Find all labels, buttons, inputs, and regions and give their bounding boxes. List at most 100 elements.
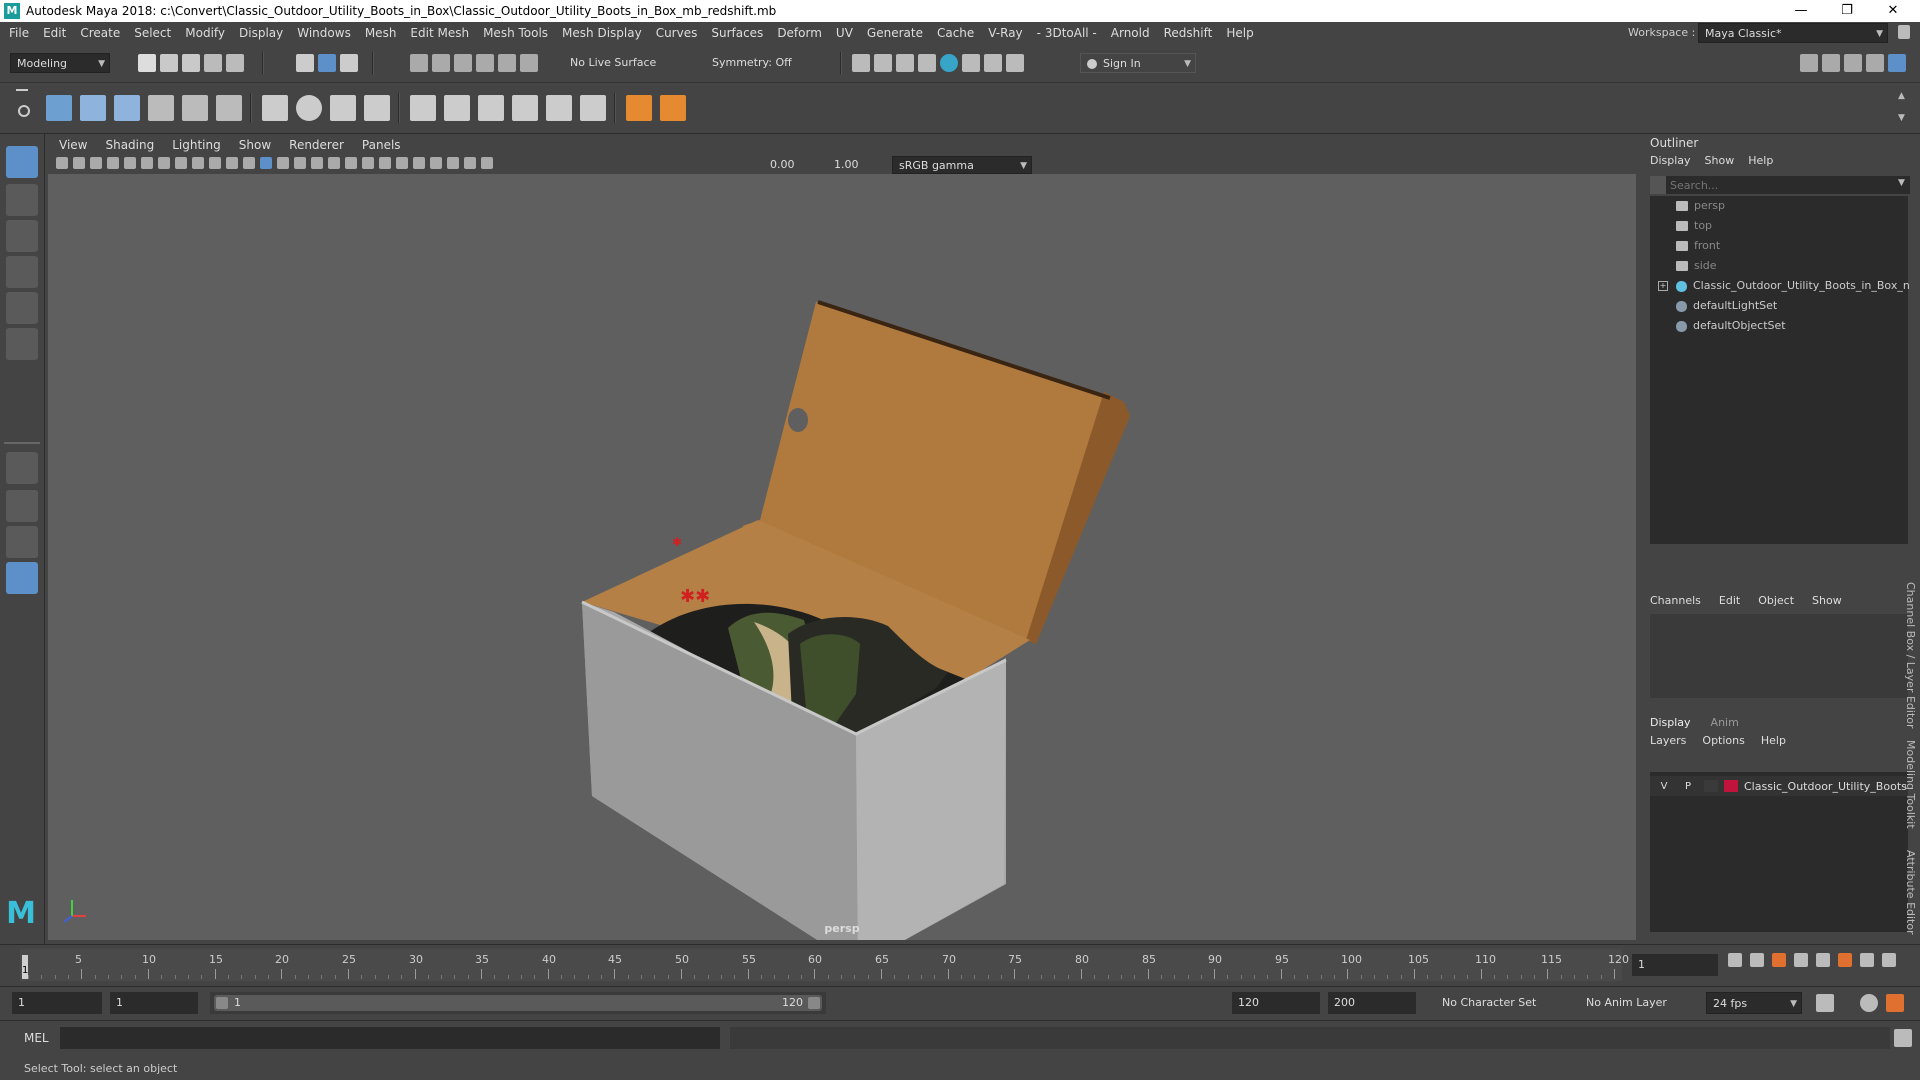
menu-redshift[interactable]: Redshift (1157, 22, 1220, 44)
start-time-field[interactable]: 1 (12, 992, 102, 1014)
range-bar[interactable]: 1 120 (210, 992, 826, 1014)
exposure-value[interactable]: 0.00 (770, 156, 795, 174)
menu-create[interactable]: Create (73, 22, 127, 44)
step-forward-frame-icon[interactable] (1838, 953, 1852, 967)
layer-menu-layers[interactable]: Layers (1650, 734, 1686, 747)
two-view-layout-icon[interactable] (6, 526, 38, 558)
time-slider[interactable]: 1 5 10 15 20 25 30 35 40 45 50 55 60 65 70 75 80 85 90 95 1… (0, 944, 1920, 985)
step-back-frame-icon[interactable] (1772, 953, 1786, 967)
menu-cache[interactable]: Cache (930, 22, 981, 44)
color-management-icon[interactable] (481, 157, 493, 169)
end-time-field[interactable]: 200 (1328, 992, 1416, 1014)
render-frame-icon[interactable] (852, 54, 870, 72)
menu-mesh-display[interactable]: Mesh Display (555, 22, 649, 44)
expand-icon[interactable]: + (1658, 281, 1668, 291)
outliner-item-front[interactable]: front (1676, 236, 1720, 256)
character-icon[interactable] (182, 95, 208, 121)
viewport-menu-panels[interactable]: Panels (353, 134, 410, 156)
channel-box-icon[interactable] (1888, 54, 1906, 72)
menu-select[interactable]: Select (127, 22, 178, 44)
menu-edit[interactable]: Edit (36, 22, 73, 44)
menu-arnold[interactable]: Arnold (1104, 22, 1157, 44)
mel-input[interactable] (60, 1027, 720, 1049)
snap-view-icon[interactable] (476, 54, 494, 72)
layer-menu-options[interactable]: Options (1702, 734, 1744, 747)
extrude-icon[interactable] (410, 95, 436, 121)
menu-v-ray[interactable]: V-Ray (981, 22, 1029, 44)
film-gate-icon[interactable] (124, 157, 136, 169)
snap-grid-icon[interactable] (410, 54, 428, 72)
select-tool-icon[interactable] (6, 146, 38, 178)
gamma-value[interactable]: 1.00 (834, 156, 859, 174)
tool-settings-icon[interactable] (1866, 54, 1884, 72)
outliner-item-top[interactable]: top (1676, 216, 1712, 236)
viewport-menu-lighting[interactable]: Lighting (163, 134, 230, 156)
xray-components-icon[interactable] (430, 157, 442, 169)
paint-select-tool-icon[interactable] (6, 220, 38, 252)
outliner-item-defaultobjectset[interactable]: defaultObjectSet (1676, 316, 1786, 336)
rotate-tool-icon[interactable] (6, 292, 38, 324)
live-surface-field[interactable]: No Live Surface (564, 53, 664, 73)
render-view-icon[interactable] (874, 54, 892, 72)
menu-file[interactable]: File (2, 22, 36, 44)
smooth-shade-icon[interactable] (243, 157, 255, 169)
move-tool-icon[interactable] (6, 256, 38, 288)
layer-list[interactable]: V P Classic_Outdoor_Utility_Boots (1650, 772, 1908, 932)
workspace-dropdown[interactable]: Maya Classic* ▼ (1698, 23, 1888, 43)
symmetry-dropdown[interactable]: Symmetry: Off (706, 53, 806, 73)
search-input[interactable] (1670, 176, 1890, 194)
shelf-scroll-up-icon[interactable]: ▲ (1898, 91, 1905, 101)
camera-attributes-icon[interactable] (56, 157, 68, 169)
xray-icon[interactable] (396, 157, 408, 169)
modeling-toolkit-side-tab[interactable]: Modeling Toolkit (1904, 740, 1917, 829)
channel-menu-object[interactable]: Object (1758, 594, 1794, 607)
loop-icon[interactable] (1816, 994, 1834, 1012)
outliner-item-defaultlightset[interactable]: defaultLightSet (1676, 296, 1777, 316)
shelf-menu-icon[interactable] (16, 89, 28, 91)
menu-mesh[interactable]: Mesh (358, 22, 404, 44)
channel-menu-show[interactable]: Show (1812, 594, 1842, 607)
close-button[interactable]: ✕ (1870, 0, 1916, 22)
gate-mask-icon[interactable] (158, 157, 170, 169)
lock-icon[interactable] (1898, 25, 1910, 39)
menu-help[interactable]: Help (1219, 22, 1260, 44)
sign-in-dropdown[interactable]: Sign In ▼ (1080, 53, 1196, 73)
safe-action-icon[interactable] (192, 157, 204, 169)
save-scene-icon[interactable] (182, 54, 200, 72)
attribute-editor-side-tab[interactable]: Attribute Editor (1904, 850, 1917, 935)
outliner-item-side[interactable]: side (1676, 256, 1717, 276)
lasso-tool-icon[interactable] (80, 95, 106, 121)
character-set-dropdown[interactable]: No Character Set (1436, 992, 1574, 1014)
channel-menu-edit[interactable]: Edit (1719, 594, 1740, 607)
step-forward-key-icon[interactable] (1860, 953, 1874, 967)
polygon-cube-icon[interactable] (262, 95, 288, 121)
layer-color-swatch[interactable] (1724, 780, 1738, 792)
current-frame-field[interactable]: 1 (1632, 954, 1718, 976)
viewport-menu-shading[interactable]: Shading (96, 134, 163, 156)
time-ruler[interactable]: 1 5 10 15 20 25 30 35 40 45 50 55 60 65 70 75 80 85 90 95 1… (20, 949, 1629, 981)
play-forward-icon[interactable] (1816, 953, 1830, 967)
open-scene-icon[interactable] (160, 54, 178, 72)
outliner-menu-show[interactable]: Show (1705, 154, 1735, 167)
outliner-menu-help[interactable]: Help (1748, 154, 1773, 167)
playback-start-field[interactable]: 1 (110, 992, 198, 1014)
render-settings-icon[interactable] (918, 54, 936, 72)
viewport-menu-renderer[interactable]: Renderer (280, 134, 353, 156)
layer-tab-display[interactable]: Display (1650, 716, 1691, 729)
bevel-icon[interactable] (444, 95, 470, 121)
layer-playback-toggle[interactable]: P (1680, 781, 1696, 792)
channel-menu-channels[interactable]: Channels (1650, 594, 1701, 607)
four-view-layout-icon[interactable] (6, 490, 38, 522)
undo-icon[interactable] (204, 54, 222, 72)
shelf-settings-icon[interactable] (18, 105, 30, 117)
outliner-search[interactable]: ▼ (1650, 176, 1910, 194)
chevron-down-icon[interactable]: ▼ (1898, 178, 1905, 188)
auto-key-icon[interactable] (1860, 994, 1878, 1012)
menu-3dtoall[interactable]: - 3DtoAll - (1030, 22, 1104, 44)
layer-tab-anim[interactable]: Anim (1711, 716, 1739, 729)
ipr-render-icon[interactable] (896, 54, 914, 72)
fps-dropdown[interactable]: 24 fps ▼ (1706, 992, 1802, 1014)
anim-prefs-icon[interactable] (1886, 994, 1904, 1012)
hypershade-icon[interactable] (940, 54, 958, 72)
pause-icon[interactable] (1006, 54, 1024, 72)
